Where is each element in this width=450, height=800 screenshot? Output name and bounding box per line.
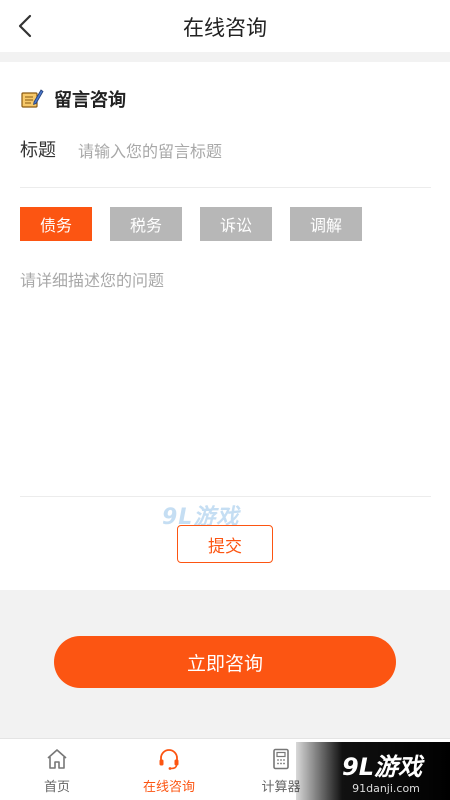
tab-home[interactable]: 首页 [17, 739, 97, 800]
corner-watermark: 9L游戏 91danji.com [296, 742, 450, 800]
top-bar: 在线咨询 [0, 0, 450, 52]
corner-watermark-url: 91danji.com [352, 782, 420, 795]
page-title: 在线咨询 [183, 16, 267, 40]
message-form-card: 留言咨询 标题 债务 税务 诉讼 调解 9L游戏 91danji.com 提交 [0, 62, 450, 590]
title-row: 标题 [20, 140, 431, 188]
tab-calculator-label: 计算器 [261, 780, 301, 795]
submit-button[interactable]: 提交 [177, 525, 273, 563]
category-tags: 债务 税务 诉讼 调解 [20, 207, 380, 241]
notepad-pen-icon [21, 89, 44, 108]
tag-tax[interactable]: 税务 [110, 207, 182, 241]
tag-debt[interactable]: 债务 [20, 207, 92, 241]
tab-online-consult[interactable]: 在线咨询 [129, 739, 209, 800]
corner-watermark-logo: 9L游戏 [342, 753, 422, 781]
title-label: 标题 [20, 140, 56, 161]
headset-icon [159, 749, 179, 770]
tab-home-label: 首页 [43, 780, 70, 795]
calculator-icon [273, 748, 289, 770]
consult-now-button[interactable]: 立即咨询 [54, 636, 396, 688]
tab-online-consult-label: 在线咨询 [142, 780, 195, 795]
tag-mediation[interactable]: 调解 [290, 207, 362, 241]
section-title: 留言咨询 [54, 90, 126, 111]
tag-litigation[interactable]: 诉讼 [200, 207, 272, 241]
home-icon [47, 749, 67, 769]
section-header: 留言咨询 [20, 86, 126, 112]
title-input[interactable] [78, 141, 408, 163]
description-textarea[interactable] [20, 267, 431, 497]
